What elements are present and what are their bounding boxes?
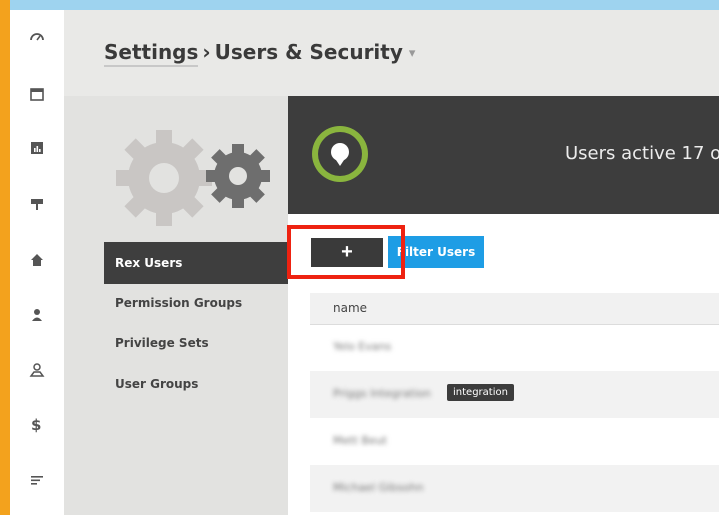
sidebar-item-permission-groups[interactable]: Permission Groups [104, 282, 288, 324]
window-left-edge [0, 0, 10, 515]
active-users-status: Users active 17 of 1 [565, 143, 719, 164]
add-user-button[interactable]: + [311, 238, 383, 267]
breadcrumb-current: Users & Security [214, 40, 403, 64]
chevron-down-icon[interactable]: ▾ [409, 46, 416, 61]
icon-rail: $ [10, 10, 65, 515]
table-row[interactable]: Priggs Integration integration [310, 371, 719, 418]
home-icon[interactable] [27, 250, 47, 270]
sidebar-item-user-groups[interactable]: User Groups [104, 363, 288, 405]
dashboard-icon[interactable] [27, 28, 47, 48]
settings-side-panel: Rex Users Permission Groups Privilege Se… [64, 96, 288, 515]
page-header: Settings › Users & Security ▾ [64, 10, 719, 96]
reports-icon[interactable] [27, 138, 47, 158]
users-banner: Users active 17 of 1 [288, 96, 719, 214]
sidebar-item-privilege-sets[interactable]: Privilege Sets [104, 322, 288, 364]
breadcrumb-separator: › [202, 40, 211, 64]
table-row[interactable]: Yelo Evans [310, 324, 719, 371]
sidebar-item-rex-users[interactable]: Rex Users [104, 242, 288, 284]
location-pin-logo-icon [312, 126, 368, 182]
table-row[interactable]: Mett Beut [310, 418, 719, 465]
dollar-icon[interactable]: $ [27, 414, 47, 434]
table-row[interactable]: Michael Gibsohn [310, 465, 719, 512]
svg-text:$: $ [31, 416, 41, 434]
user-name: Priggs Integration [333, 387, 431, 400]
calendar-icon[interactable] [27, 84, 47, 104]
gears-icon [116, 130, 270, 226]
user-name: Yelo Evans [333, 340, 392, 353]
breadcrumb: Settings › Users & Security ▾ [104, 40, 416, 67]
column-header-name[interactable]: name [333, 301, 367, 315]
menu-icon[interactable] [27, 470, 47, 490]
user-name: Mett Beut [333, 434, 387, 447]
person-icon[interactable] [27, 305, 47, 325]
table-header: name [310, 293, 719, 325]
users-content: + Filter Users name Yelo Evans Priggs In… [288, 214, 719, 515]
contacts-icon[interactable] [27, 360, 47, 380]
filter-users-button[interactable]: Filter Users [388, 236, 484, 268]
integration-badge: integration [447, 384, 514, 401]
signpost-icon[interactable] [27, 194, 47, 214]
breadcrumb-settings-link[interactable]: Settings [104, 40, 199, 67]
user-name: Michael Gibsohn [333, 481, 424, 494]
window-top-strip [0, 0, 719, 10]
